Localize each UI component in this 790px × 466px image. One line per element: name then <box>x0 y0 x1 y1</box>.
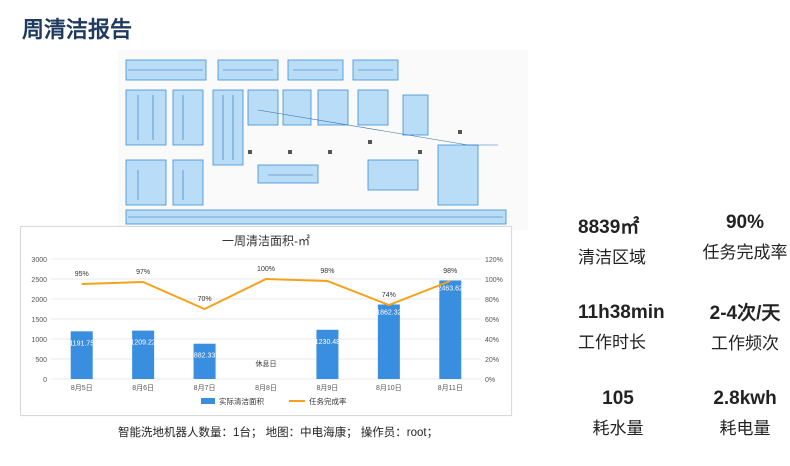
bar-data-label: 1230.48 <box>315 339 340 346</box>
y2-tick-label: 120% <box>485 257 503 264</box>
stat-completion: 90% 任务完成率 <box>700 212 790 263</box>
bar-data-label: 2463.62 <box>438 285 463 292</box>
legend-label-bar: 实际清洁面积 <box>219 396 264 406</box>
y2-tick-label: 100% <box>485 277 503 284</box>
stat-completion-label: 任务完成率 <box>702 243 788 262</box>
stat-area-value: 8839㎡ <box>578 217 640 238</box>
line-data-label: 100% <box>257 266 275 273</box>
chart-title: 一周清洁面积-㎡ <box>222 234 310 248</box>
line-data-label: 70% <box>198 296 212 303</box>
x-tick-label: 8月9日 <box>317 384 339 392</box>
stat-area-label: 清洁区域 <box>578 248 646 267</box>
y-tick-label: 1500 <box>31 317 47 324</box>
stat-water-label: 耗水量 <box>592 419 644 438</box>
bar-data-label: 1862.32 <box>376 310 401 317</box>
bar <box>439 280 462 379</box>
stat-duration-label: 工作时长 <box>578 333 646 352</box>
rest-day-annotation: 休息日 <box>256 359 277 368</box>
line-data-label: 95% <box>75 271 89 278</box>
line-data-label: 98% <box>443 268 457 275</box>
bar <box>316 329 339 379</box>
stat-completion-value: 90% <box>725 212 765 233</box>
x-tick-label: 8月7日 <box>194 384 216 392</box>
bar-data-label: 882.33 <box>194 353 216 360</box>
bar <box>132 330 155 379</box>
y2-tick-label: 40% <box>485 337 499 344</box>
stat-power-label: 耗电量 <box>719 419 771 438</box>
chart-svg: 一周清洁面积-㎡ 0 500 1000 1500 2000 2500 3000 0% 20% 40%… <box>31 234 503 406</box>
y2-tick-label: 20% <box>485 357 499 364</box>
stat-power: 2.8kwh 耗电量 <box>700 388 790 439</box>
cleaning-map <box>118 50 528 230</box>
y-tick-label: 3000 <box>31 257 47 264</box>
line-data-label: 98% <box>320 268 334 275</box>
line-data-label: 74% <box>382 292 396 299</box>
stat-duration-value: 11h38min <box>578 302 665 323</box>
stat-power-value: 2.8kwh <box>713 388 777 409</box>
bar-data-label: 1209.22 <box>130 340 155 347</box>
x-tick-label: 8月5日 <box>71 384 93 392</box>
y-tick-label: 1000 <box>31 337 47 344</box>
stat-duration: 11h38min 工作时长 <box>578 302 665 353</box>
x-tick-label: 8月6日 <box>132 384 154 392</box>
bar <box>70 331 93 379</box>
x-tick-label: 8月11日 <box>438 384 463 392</box>
stat-frequency-label: 工作频次 <box>711 334 779 353</box>
y2-tick-label: 80% <box>485 297 499 304</box>
x-tick-label: 8月10日 <box>376 384 402 392</box>
y-tick-label: 2000 <box>31 297 47 304</box>
y-tick-label: 2500 <box>31 277 47 284</box>
stat-water: 105 耗水量 <box>578 388 658 439</box>
stat-frequency: 2-4次/天 工作频次 <box>700 298 790 354</box>
page-title: 周清洁报告 <box>22 17 133 42</box>
stat-frequency-value: 2-4次/天 <box>709 303 781 324</box>
bar <box>193 343 216 379</box>
legend-label-line: 任务完成率 <box>309 396 347 406</box>
legend-swatch-bar <box>201 398 215 404</box>
y2-tick-label: 60% <box>485 317 499 324</box>
weekly-area-chart: 一周清洁面积-㎡ 0 500 1000 1500 2000 2500 3000 0% 20% 40%… <box>20 226 512 416</box>
line-data-label: 97% <box>136 269 150 276</box>
y-tick-label: 0 <box>43 377 47 384</box>
footer-info: 智能洗地机器人数量：1台； 地图：中电海康； 操作员：root； <box>118 427 439 439</box>
bar-data-label: 1191.75 <box>69 340 94 347</box>
y2-tick-label: 0% <box>485 377 495 384</box>
stat-area: 8839㎡ 清洁区域 <box>578 212 646 268</box>
y-tick-label: 500 <box>35 357 47 364</box>
x-tick-label: 8月8日 <box>255 384 277 392</box>
stat-water-value: 105 <box>602 388 634 409</box>
